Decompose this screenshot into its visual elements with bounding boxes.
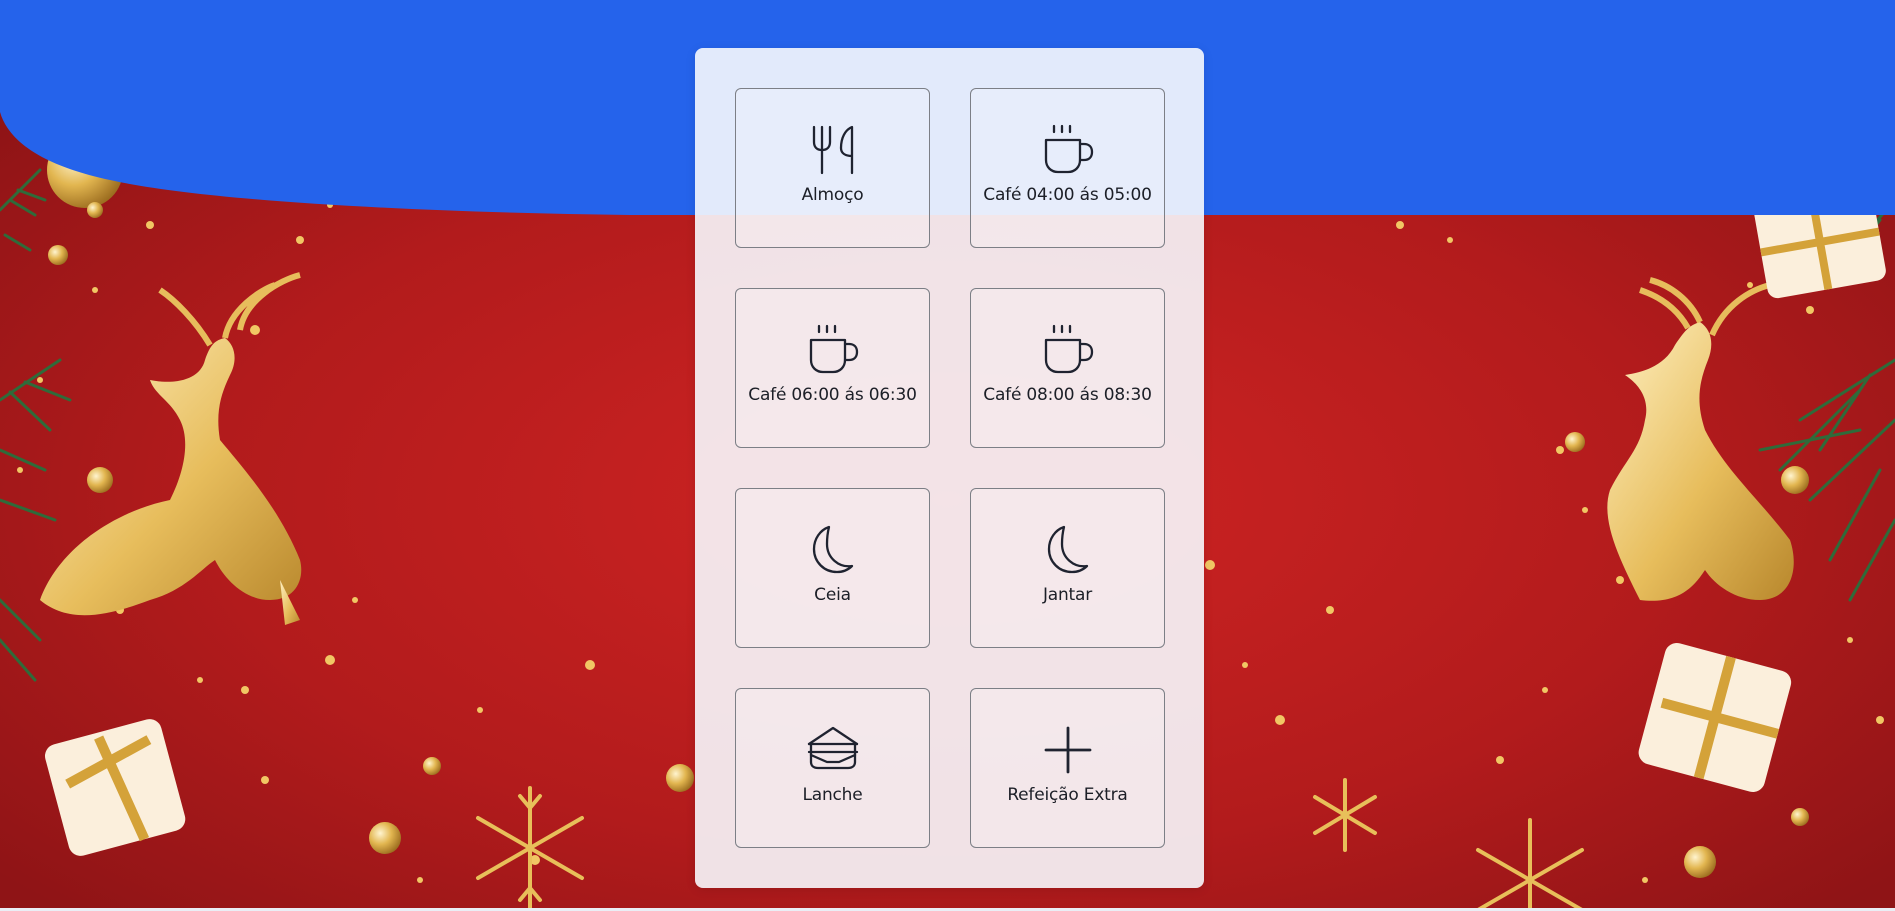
meal-option-label: Ceia [814,585,851,605]
meal-option-label: Refeição Extra [1007,785,1128,805]
meal-option-cafe-0400[interactable]: Café 04:00 ás 05:00 [970,88,1165,248]
meal-option-jantar[interactable]: Jantar [970,488,1165,648]
meal-option-ceia[interactable]: Ceia [735,488,930,648]
coffee-cup-icon [1040,322,1096,378]
meal-option-lanche[interactable]: Lanche [735,688,930,848]
coffee-cup-icon [805,322,861,378]
plus-icon [1040,722,1096,778]
meal-selection-panel: Almoço Café 04:00 ás 05:00 Café 06:00 ás… [695,48,1204,888]
meal-option-label: Almoço [801,185,864,205]
moon-icon [805,522,861,578]
meal-option-cafe-0600[interactable]: Café 06:00 ás 06:30 [735,288,930,448]
coffee-cup-icon [1040,122,1096,178]
fork-knife-icon [805,122,861,178]
moon-icon [1040,522,1096,578]
meal-option-label: Café 06:00 ás 06:30 [748,385,917,405]
meal-option-refeicao-extra[interactable]: Refeição Extra [970,688,1165,848]
meal-option-almoco[interactable]: Almoço [735,88,930,248]
meal-option-label: Café 04:00 ás 05:00 [983,185,1152,205]
meal-option-label: Lanche [802,785,863,805]
meal-option-label: Jantar [1042,585,1093,605]
meal-options-grid: Almoço Café 04:00 ás 05:00 Café 06:00 ás… [735,88,1165,848]
sandwich-icon [805,722,861,778]
meal-option-cafe-0800[interactable]: Café 08:00 ás 08:30 [970,288,1165,448]
meal-option-label: Café 08:00 ás 08:30 [983,385,1152,405]
